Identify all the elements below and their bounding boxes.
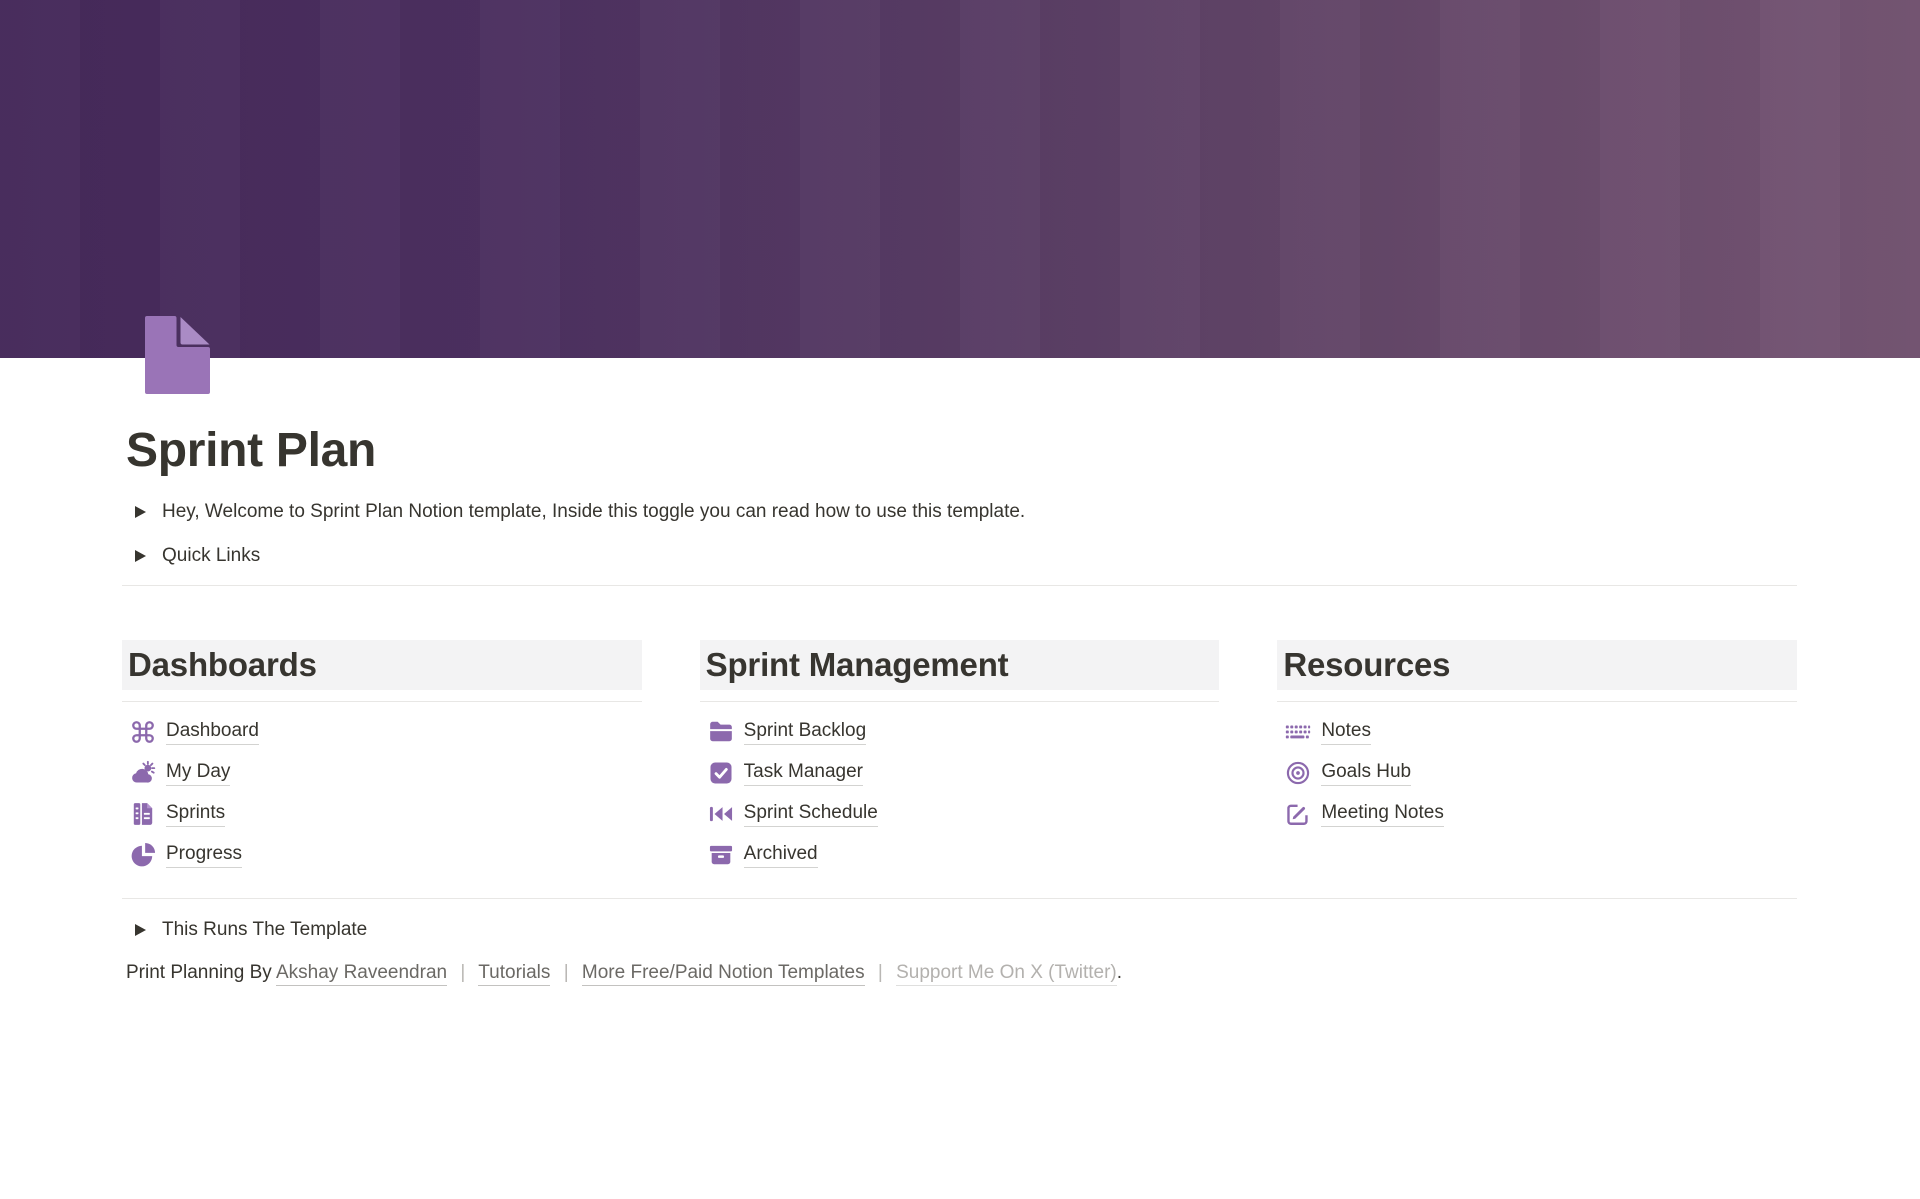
archive-box-icon [708,842,734,868]
page-link-goals-hub[interactable]: Goals Hub [1277,753,1797,794]
column-resources: Resources Notes [1277,640,1797,835]
link-columns: Dashboards Dashboard [122,640,1797,876]
footer-separator: | [878,962,883,983]
page-link-label[interactable]: Task Manager [744,760,863,787]
toggle-runs-template-label: This Runs The Template [162,916,367,945]
page-link-meeting-notes[interactable]: Meeting Notes [1277,794,1797,835]
notion-page: Sprint Plan Hey, Welcome to Sprint Plan … [0,0,1920,1199]
divider [122,898,1797,899]
toggle-quick-links-label: Quick Links [162,542,260,571]
toggle-welcome[interactable]: Hey, Welcome to Sprint Plan Notion templ… [126,497,1797,528]
page-link-label[interactable]: Notes [1321,719,1371,746]
compose-icon [1285,801,1311,827]
column-dashboards: Dashboards Dashboard [122,640,642,876]
page-icon[interactable] [145,316,210,394]
page-link-sprint-backlog[interactable]: Sprint Backlog [700,712,1220,753]
column-header-label: Sprint Management [706,646,1009,684]
column-header: Dashboards [122,640,642,690]
page-link-my-day[interactable]: My Day [122,753,642,794]
pie-chart-icon [130,842,156,868]
page-link-task-manager[interactable]: Task Manager [700,753,1220,794]
column-header-label: Dashboards [128,646,317,684]
page-link-label[interactable]: Progress [166,842,242,869]
report-doc-icon [130,801,156,827]
footer-credits: Print Planning By Akshay Raveendran | Tu… [126,958,1797,988]
page-link-label[interactable]: Goals Hub [1321,760,1411,787]
sun-cloud-icon [130,760,156,786]
column-sprint-management: Sprint Management Sprint Backlog [700,640,1220,876]
keyboard-icon [1285,719,1311,745]
page-link-progress[interactable]: Progress [122,835,642,876]
page-link-label[interactable]: Sprints [166,801,225,828]
page-link-notes[interactable]: Notes [1277,712,1797,753]
document-page-icon [145,316,210,394]
divider [700,701,1220,702]
divider [1277,701,1797,702]
page-title[interactable]: Sprint Plan [126,422,1797,480]
page-link-label[interactable]: Sprint Schedule [744,801,878,828]
footer-suffix-period: . [1117,962,1122,983]
divider [122,701,642,702]
command-icon [130,719,156,745]
toggle-quick-links[interactable]: Quick Links [126,541,1797,572]
page-link-dashboard[interactable]: Dashboard [122,712,642,753]
footer-link-twitter[interactable]: Support Me On X (Twitter) [896,962,1117,986]
page-link-label[interactable]: Dashboard [166,719,259,746]
footer-link-tutorials[interactable]: Tutorials [478,962,550,986]
toggle-welcome-label: Hey, Welcome to Sprint Plan Notion templ… [162,498,1025,527]
target-icon [1285,760,1311,786]
cover-image[interactable] [0,0,1920,358]
page-link-sprint-schedule[interactable]: Sprint Schedule [700,794,1220,835]
page-link-label[interactable]: My Day [166,760,230,787]
toggle-triangle-icon[interactable] [135,550,146,562]
footer-link-author[interactable]: Akshay Raveendran [276,962,447,986]
footer-separator: | [564,962,569,983]
page-link-label[interactable]: Archived [744,842,818,869]
page-link-label[interactable]: Sprint Backlog [744,719,867,746]
folder-icon [708,719,734,745]
column-header: Sprint Management [700,640,1220,690]
page-content: Sprint Plan Hey, Welcome to Sprint Plan … [0,422,1920,988]
footer-separator: | [460,962,465,983]
toggle-triangle-icon[interactable] [135,924,146,936]
column-header: Resources [1277,640,1797,690]
footer-prefix: Print Planning By [126,962,272,983]
rewind-icon [708,801,734,827]
footer-link-templates[interactable]: More Free/Paid Notion Templates [582,962,865,986]
page-link-sprints[interactable]: Sprints [122,794,642,835]
column-header-label: Resources [1283,646,1450,684]
divider [122,585,1797,586]
checkbox-checked-icon [708,760,734,786]
page-link-label[interactable]: Meeting Notes [1321,801,1444,828]
toggle-triangle-icon[interactable] [135,506,146,518]
toggle-runs-template[interactable]: This Runs The Template [126,915,1797,946]
page-link-archived[interactable]: Archived [700,835,1220,876]
